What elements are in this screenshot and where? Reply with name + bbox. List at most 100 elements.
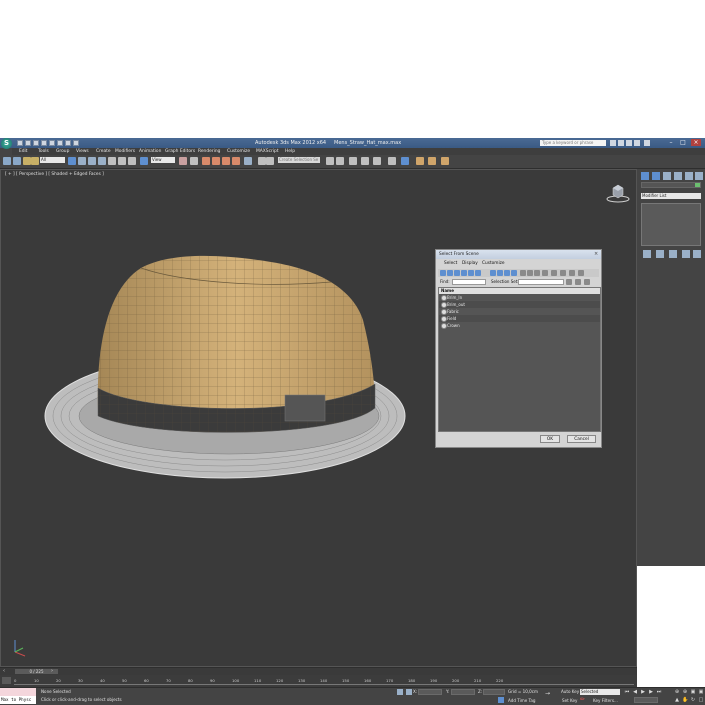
selection-filter-dropdown[interactable]: All	[40, 157, 65, 163]
window-crossing-icon[interactable]	[98, 157, 106, 165]
display-cameras-icon[interactable]	[461, 270, 467, 276]
time-slider[interactable]: ‹ 0 / 225 ›	[0, 667, 637, 675]
modifier-list-dropdown[interactable]: Modifier List	[641, 193, 701, 199]
selection-set-dropdown[interactable]	[518, 279, 564, 285]
current-frame-field[interactable]	[634, 697, 658, 703]
object-color-swatch[interactable]	[695, 183, 700, 187]
utilities-tab-icon[interactable]	[695, 172, 703, 180]
hold-icon[interactable]	[57, 140, 63, 146]
time-slider-next-icon[interactable]: ›	[51, 669, 59, 674]
material-editor-icon[interactable]	[373, 157, 381, 165]
named-selection-input[interactable]: Create Selection Se	[278, 157, 320, 163]
menu-views[interactable]: Views	[76, 149, 89, 154]
ok-button[interactable]: OK	[540, 435, 560, 443]
display-none-icon[interactable]	[527, 270, 533, 276]
menu-modifiers[interactable]: Modifiers	[115, 149, 135, 154]
track-bar[interactable]: 0 10 20 30 40 50 60 70 80 90 100 110 120…	[0, 675, 637, 687]
snap-toggle-icon[interactable]	[202, 157, 210, 165]
new-file-icon[interactable]	[17, 140, 23, 146]
y-coord-field[interactable]	[451, 689, 475, 695]
app-logo-icon[interactable]: S	[1, 138, 12, 149]
add-time-tag[interactable]: Add Time Tag	[508, 698, 535, 703]
display-bones-icon[interactable]	[504, 270, 510, 276]
undo-tool-icon[interactable]	[3, 157, 11, 165]
edit-named-sel-icon[interactable]	[244, 157, 252, 165]
render-setup-icon[interactable]	[388, 157, 396, 165]
key-icon[interactable]: ✏	[580, 697, 588, 703]
percent-snap-icon[interactable]	[222, 157, 230, 165]
maxscript-listener-pink[interactable]	[0, 688, 36, 696]
find-input[interactable]	[452, 279, 486, 285]
render-production-icon[interactable]	[416, 157, 424, 165]
go-to-end-icon[interactable]: ⏭	[656, 689, 662, 695]
project-folder-icon[interactable]	[73, 140, 79, 146]
field-of-view-icon[interactable]: ▲	[674, 697, 680, 703]
absolute-mode-icon[interactable]	[406, 689, 412, 695]
create-tab-icon[interactable]	[641, 172, 649, 180]
go-to-start-icon[interactable]: ⏮	[624, 689, 630, 695]
keyboard-shortcut-icon[interactable]	[190, 157, 198, 165]
dialog-menu-display[interactable]: Display	[462, 261, 478, 266]
motion-tab-icon[interactable]	[674, 172, 682, 180]
orbit-icon[interactable]: ↻	[690, 697, 696, 703]
layer-manager-icon[interactable]	[326, 157, 334, 165]
display-containers-icon[interactable]	[511, 270, 517, 276]
display-helpers-icon[interactable]	[468, 270, 474, 276]
modifier-stack[interactable]	[641, 203, 701, 246]
play-icon[interactable]: ▶	[640, 689, 646, 695]
make-unique-icon[interactable]	[669, 250, 677, 258]
display-shapes-icon[interactable]	[447, 270, 453, 276]
display-tab-icon[interactable]	[685, 172, 693, 180]
key-filters-button[interactable]: Key Filters...	[593, 698, 618, 703]
graphite-icon[interactable]	[336, 157, 344, 165]
auto-key-button[interactable]: Auto Key	[561, 689, 579, 694]
menu-edit[interactable]: Edit	[19, 149, 28, 154]
infocenter-icon[interactable]	[610, 140, 616, 146]
activeshade-icon[interactable]	[441, 157, 449, 165]
communication-icon[interactable]	[626, 140, 632, 146]
sel-set-save-icon[interactable]	[566, 279, 572, 285]
zoom-all-icon[interactable]: ⊕	[682, 689, 688, 695]
viewcube-icon[interactable]	[606, 184, 630, 204]
menu-tools[interactable]: Tools	[38, 149, 49, 154]
redo-tool-icon[interactable]	[13, 157, 21, 165]
show-end-result-icon[interactable]	[656, 250, 664, 258]
list-item[interactable]: Brim_out	[439, 301, 600, 308]
close-button[interactable]: ×	[691, 139, 701, 146]
scale-icon[interactable]	[128, 157, 136, 165]
time-slider-prev-icon[interactable]: ‹	[3, 669, 11, 674]
favorites-icon[interactable]	[634, 140, 640, 146]
z-coord-field[interactable]	[483, 689, 505, 695]
scene-object-list[interactable]: Name Brim_In Brim_out Fabric Field Crown	[438, 287, 601, 432]
unlink-icon[interactable]	[31, 157, 39, 165]
zoom-extents-all-icon[interactable]: ▣	[698, 689, 704, 695]
list-item[interactable]: Fabric	[439, 308, 600, 315]
region-select-icon[interactable]	[88, 157, 96, 165]
zoom-extents-icon[interactable]: ▣	[690, 689, 696, 695]
maximize-button[interactable]: □	[678, 139, 688, 146]
undo-icon[interactable]	[41, 140, 47, 146]
minimize-button[interactable]: –	[666, 139, 676, 146]
time-tag-icon[interactable]	[498, 697, 504, 703]
display-lights-icon[interactable]	[454, 270, 460, 276]
next-frame-icon[interactable]: ▶	[648, 689, 654, 695]
sync-selection-icon[interactable]	[578, 270, 584, 276]
display-warps-icon[interactable]	[475, 270, 481, 276]
select-object-icon[interactable]	[68, 157, 76, 165]
menu-help[interactable]: Help	[285, 149, 295, 154]
key-mode-icon[interactable]: →	[545, 691, 555, 697]
move-icon[interactable]	[108, 157, 116, 165]
dialog-menu-select[interactable]: Select	[444, 261, 457, 266]
display-groups-icon[interactable]	[490, 270, 496, 276]
filter-icon[interactable]	[569, 270, 575, 276]
x-coord-field[interactable]	[418, 689, 442, 695]
dialog-close-icon[interactable]: ×	[594, 252, 599, 257]
menu-animation[interactable]: Animation	[139, 149, 161, 154]
sel-set-remove-icon[interactable]	[584, 279, 590, 285]
select-all-icon[interactable]	[542, 270, 548, 276]
cancel-button[interactable]: Cancel	[567, 435, 596, 443]
hierarchy-tab-icon[interactable]	[663, 172, 671, 180]
pin-stack-icon[interactable]	[643, 250, 651, 258]
sel-set-add-icon[interactable]	[575, 279, 581, 285]
open-file-icon[interactable]	[25, 140, 31, 146]
